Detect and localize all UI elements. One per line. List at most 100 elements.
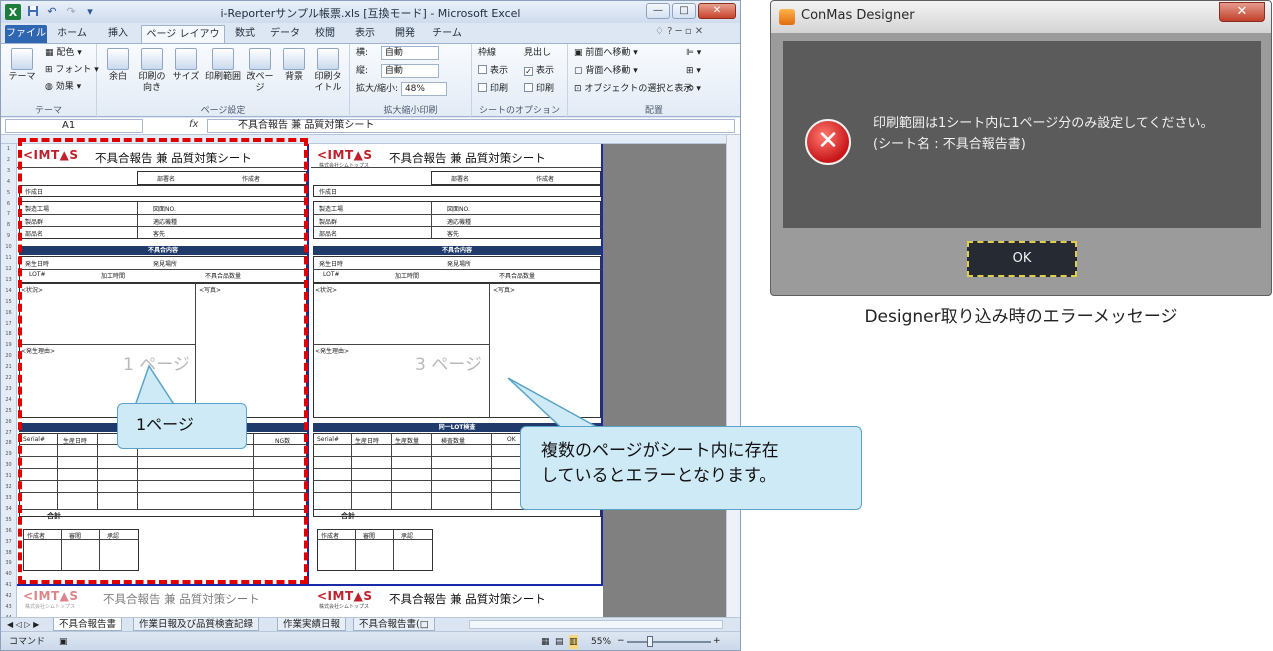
tab-view[interactable]: 表示 [349, 25, 381, 43]
tab-formulas[interactable]: 数式 [229, 25, 261, 43]
row-number[interactable]: 21 [1, 362, 16, 373]
view-normal-icon[interactable]: ▦ [541, 635, 550, 649]
send-backward-button[interactable]: ▢ 背面へ移動 ▾ [574, 64, 638, 78]
close-button[interactable]: ✕ [698, 3, 736, 19]
row-number[interactable]: 42 [1, 591, 16, 602]
gridlines-view-checkbox[interactable]: 表示 [478, 64, 508, 78]
sheet-tab-defect-report-copy[interactable]: 不具合報告書(□ [353, 618, 435, 631]
headings-print-checkbox[interactable]: 印刷 [524, 82, 554, 96]
row-number[interactable]: 43 [1, 602, 16, 613]
height-select[interactable]: 自動 [380, 64, 439, 78]
row-number[interactable]: 22 [1, 373, 16, 384]
row-headers[interactable]: 1 2 3 4 5 6 7 8 9 10 11 12 13 14 15 16 17 18 19 20 21 22 23 24 2… [1, 144, 17, 617]
row-number[interactable]: 33 [1, 493, 16, 504]
gridlines-print-checkbox[interactable]: 印刷 [478, 82, 508, 96]
bring-forward-button[interactable]: ▣ 前面へ移動 ▾ [574, 46, 638, 60]
row-number[interactable]: 31 [1, 471, 16, 482]
tab-data[interactable]: データ [267, 25, 303, 43]
ok-button[interactable]: OK [967, 241, 1077, 277]
theme-fonts-button[interactable]: ⊞ フォント ▾ [45, 63, 99, 77]
zoom-slider-thumb[interactable] [647, 636, 653, 647]
sheet-tab-daily-quality[interactable]: 作業日報及び品質検査記録 [133, 618, 260, 631]
dialog-close-button[interactable]: ✕ [1219, 2, 1265, 22]
horizontal-scrollbar[interactable] [469, 620, 723, 629]
print-titles-button[interactable]: 印刷タイトル [311, 48, 345, 94]
row-number[interactable]: 35 [1, 515, 16, 526]
rotate-icon[interactable]: ⟲ ▾ [686, 82, 701, 96]
row-number[interactable]: 16 [1, 308, 16, 319]
theme-colors-button[interactable]: ▦ 配色 ▾ [45, 46, 82, 60]
row-number[interactable]: 19 [1, 340, 16, 351]
zoom-out-button[interactable]: − [617, 634, 625, 648]
view-page-layout-icon[interactable]: ▤ [555, 635, 564, 649]
print-area-button[interactable]: 印刷範囲 [203, 48, 243, 83]
tab-insert[interactable]: 挿入 [101, 25, 135, 43]
scale-spinner[interactable]: 48% [400, 82, 447, 96]
tab-developer[interactable]: 開発 [389, 25, 421, 43]
size-button[interactable]: サイズ [169, 48, 203, 83]
zoom-level[interactable]: 55% [591, 635, 611, 649]
row-number[interactable]: 40 [1, 569, 16, 580]
row-number[interactable]: 39 [1, 558, 16, 569]
row-number[interactable]: 26 [1, 417, 16, 428]
row-number[interactable]: 34 [1, 504, 16, 515]
selection-pane-button[interactable]: ⊡ オブジェクトの選択と表示 [574, 82, 692, 96]
row-number[interactable]: 23 [1, 384, 16, 395]
formula-input[interactable]: 不具合報告 兼 品質対策シート [207, 119, 735, 133]
tab-file[interactable]: ファイル [5, 25, 47, 43]
row-number[interactable]: 24 [1, 395, 16, 406]
tab-team[interactable]: チーム [429, 25, 465, 43]
row-number[interactable]: 37 [1, 537, 16, 548]
help-icon[interactable]: ♢ ? ─ ▫ ✕ [655, 26, 703, 37]
sheet-nav-arrows-icon[interactable]: ◀ ◁ ▷ ▶ [7, 618, 39, 632]
tab-review[interactable]: 校閲 [309, 25, 341, 43]
row-number[interactable]: 15 [1, 297, 16, 308]
row-number[interactable]: 10 [1, 242, 16, 253]
row-number[interactable]: 5 [1, 188, 16, 199]
group-objects-icon[interactable]: ⊞ ▾ [686, 64, 701, 78]
row-number[interactable]: 36 [1, 526, 16, 537]
orientation-button[interactable]: 印刷の向き [135, 48, 169, 94]
headings-view-checkbox[interactable]: ✓ 表示 [524, 64, 554, 78]
background-button[interactable]: 背景 [277, 48, 311, 83]
vertical-scrollbar[interactable] [726, 135, 740, 617]
row-number[interactable]: 11 [1, 253, 16, 264]
row-number[interactable]: 28 [1, 438, 16, 449]
row-number[interactable]: 6 [1, 199, 16, 210]
row-number[interactable]: 30 [1, 460, 16, 471]
row-number[interactable]: 17 [1, 319, 16, 330]
row-number[interactable]: 13 [1, 275, 16, 286]
row-number[interactable]: 18 [1, 329, 16, 340]
sheet-tab-work-results[interactable]: 作業実績日報 [277, 618, 347, 631]
theme-button[interactable]: テーマ [5, 48, 39, 83]
row-number[interactable]: 8 [1, 220, 16, 231]
breaks-button[interactable]: 改ページ [243, 48, 277, 94]
row-number[interactable]: 41 [1, 580, 16, 591]
row-number[interactable]: 1 [1, 144, 16, 155]
row-number[interactable]: 2 [1, 155, 16, 166]
row-number[interactable]: 32 [1, 482, 16, 493]
row-number[interactable]: 9 [1, 231, 16, 242]
macro-record-icon[interactable]: ▣ [59, 635, 68, 649]
name-box[interactable]: A1 [5, 119, 143, 133]
row-number[interactable]: 3 [1, 166, 16, 177]
tab-home[interactable]: ホーム [53, 25, 91, 43]
theme-effects-button[interactable]: ◍ 効果 ▾ [45, 80, 81, 94]
row-number[interactable]: 7 [1, 209, 16, 220]
align-icon[interactable]: ⊫ ▾ [686, 46, 701, 60]
zoom-in-button[interactable]: + [713, 634, 721, 648]
maximize-button[interactable]: □ [672, 3, 696, 19]
fx-icon[interactable]: fx [189, 119, 198, 130]
row-number[interactable]: 20 [1, 351, 16, 362]
width-select[interactable]: 自動 [380, 46, 439, 60]
sheet-tab-defect-report[interactable]: 不具合報告書 [53, 618, 123, 631]
margins-button[interactable]: 余白 [101, 48, 135, 83]
row-number[interactable]: 14 [1, 286, 16, 297]
view-page-break-icon[interactable]: ▥ [569, 635, 578, 649]
row-number[interactable]: 12 [1, 264, 16, 275]
row-number[interactable]: 29 [1, 449, 16, 460]
minimize-button[interactable]: — [646, 3, 670, 19]
row-number[interactable]: 25 [1, 406, 16, 417]
row-number[interactable]: 38 [1, 548, 16, 559]
row-number[interactable]: 27 [1, 428, 16, 439]
